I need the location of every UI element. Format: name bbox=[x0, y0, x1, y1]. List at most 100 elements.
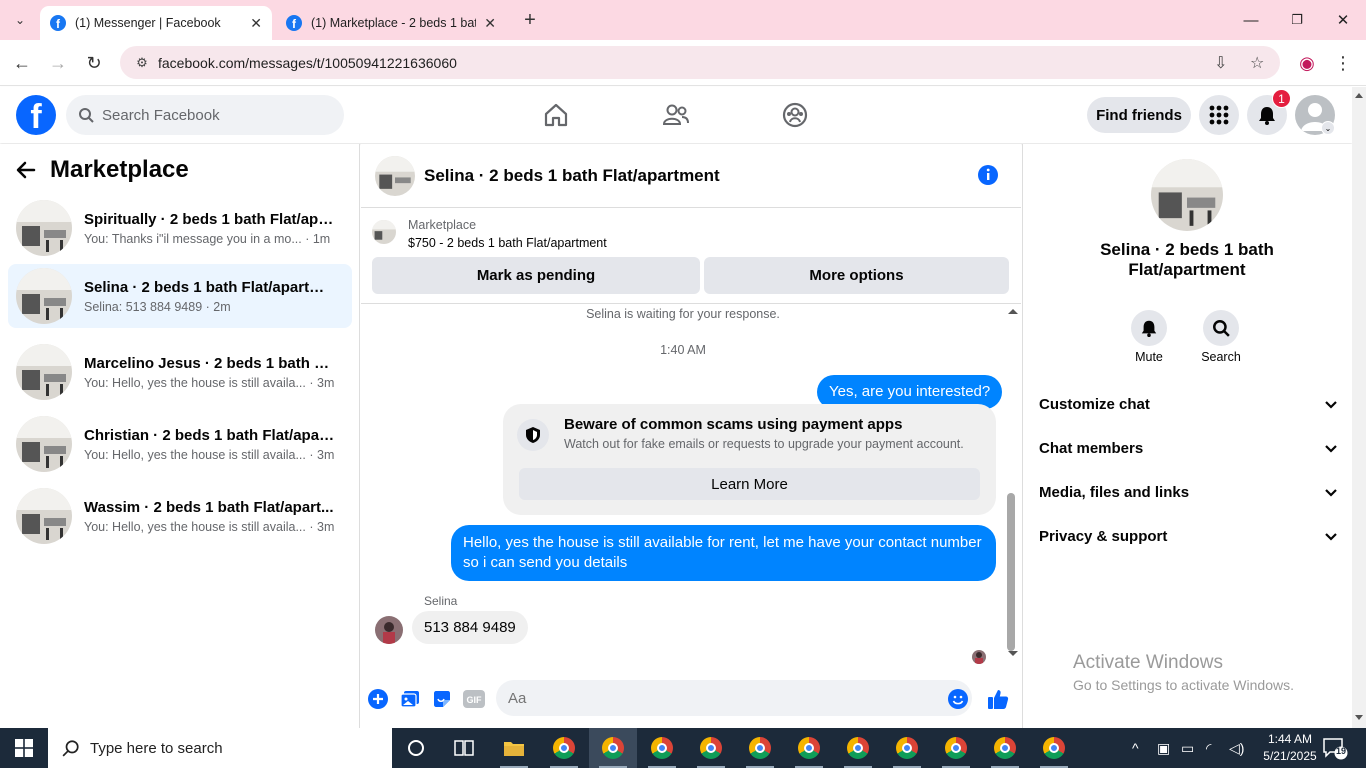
message-composer: GIF bbox=[361, 676, 1021, 720]
chrome-icon[interactable] bbox=[981, 728, 1029, 768]
address-bar[interactable]: ⚙ facebook.com/messages/t/10050941221636… bbox=[120, 46, 1280, 79]
list-item[interactable]: Selina · 2 beds 1 bath Flat/apartme... S… bbox=[8, 264, 352, 328]
tray-overflow-icon[interactable]: ^ bbox=[1132, 728, 1139, 768]
battery-icon[interactable]: ▭ bbox=[1181, 728, 1194, 768]
volume-icon[interactable]: ◁) bbox=[1229, 728, 1244, 768]
photo-icon[interactable] bbox=[399, 688, 421, 710]
chrome-icon[interactable] bbox=[834, 728, 882, 768]
back-icon[interactable]: ← bbox=[7, 48, 37, 78]
chevron-down-icon bbox=[1325, 440, 1337, 457]
task-view-icon[interactable] bbox=[440, 728, 488, 768]
chrome-icon[interactable] bbox=[932, 728, 980, 768]
new-tab-icon[interactable]: + bbox=[515, 5, 545, 35]
list-item[interactable]: Spiritually · 2 beds 1 bath Flat/apar...… bbox=[8, 196, 352, 260]
reload-icon[interactable]: ↻ bbox=[79, 48, 109, 78]
message-input[interactable] bbox=[496, 680, 972, 716]
chat-name: Christian · 2 beds 1 bath Flat/apart... bbox=[84, 426, 336, 444]
browser-menu-icon[interactable]: ⋮ bbox=[1328, 48, 1358, 78]
mute-button[interactable]: Mute bbox=[1119, 310, 1179, 364]
wifi-icon[interactable]: ◜ bbox=[1206, 728, 1211, 768]
facebook-favicon-icon: f bbox=[286, 15, 302, 31]
mark-as-pending-button[interactable]: Mark as pending bbox=[372, 257, 700, 294]
window-close-icon[interactable]: ✕ bbox=[1320, 0, 1366, 40]
forward-icon[interactable]: → bbox=[43, 48, 73, 78]
chrome-icon[interactable] bbox=[540, 728, 588, 768]
more-options-button[interactable]: More options bbox=[704, 257, 1009, 294]
list-item[interactable]: Wassim · 2 beds 1 bath Flat/apart... You… bbox=[8, 484, 352, 548]
sticker-icon[interactable] bbox=[431, 688, 453, 710]
taskbar-clock[interactable]: 1:44 AM 5/21/2025 bbox=[1258, 731, 1322, 765]
listing-thumbnail[interactable] bbox=[372, 220, 396, 244]
home-icon[interactable] bbox=[536, 95, 576, 135]
taskbar-search[interactable]: Type here to search bbox=[48, 728, 392, 768]
find-friends-button[interactable]: Find friends bbox=[1087, 97, 1191, 133]
chrome-icon[interactable] bbox=[883, 728, 931, 768]
clock-time: 1:44 AM bbox=[1267, 732, 1313, 746]
chrome-icon[interactable] bbox=[736, 728, 784, 768]
scam-warning-title: Beware of common scams using payment app… bbox=[564, 416, 903, 433]
file-explorer-icon[interactable] bbox=[490, 728, 538, 768]
avatar[interactable] bbox=[1151, 159, 1223, 231]
thumbs-up-icon[interactable] bbox=[987, 688, 1009, 710]
minimize-icon[interactable]: — bbox=[1228, 0, 1274, 40]
chrome-icon[interactable] bbox=[687, 728, 735, 768]
page-scrollbar[interactable] bbox=[1352, 87, 1366, 728]
bookmark-star-icon[interactable]: ☆ bbox=[1250, 46, 1264, 79]
chat-list-panel: Marketplace Spiritually · 2 beds 1 bath … bbox=[0, 144, 360, 728]
windows-start-icon[interactable] bbox=[0, 728, 48, 768]
friends-icon[interactable] bbox=[656, 95, 696, 135]
emoji-icon[interactable] bbox=[947, 688, 969, 710]
chat-preview: You: Hello, yes the house is still avail… bbox=[84, 447, 335, 462]
menu-grid-icon[interactable] bbox=[1199, 95, 1239, 135]
install-icon[interactable]: ⇩ bbox=[1214, 46, 1227, 79]
chrome-icon[interactable] bbox=[785, 728, 833, 768]
plus-icon[interactable] bbox=[367, 688, 389, 710]
chevron-down-icon[interactable]: ⌄ bbox=[1321, 121, 1335, 135]
taskbar-search-placeholder: Type here to search bbox=[90, 739, 223, 757]
search-icon bbox=[79, 108, 94, 123]
privacy-support-section[interactable]: Privacy & support bbox=[1039, 514, 1337, 558]
close-icon[interactable]: ✕ bbox=[250, 15, 262, 32]
chevron-down-icon bbox=[1325, 396, 1337, 413]
tray-security-icon[interactable]: ▣ bbox=[1157, 728, 1170, 768]
gif-icon[interactable]: GIF bbox=[463, 688, 485, 710]
tab-search-chevron-icon[interactable]: ⌄ bbox=[5, 5, 35, 35]
chat-name: Spiritually · 2 beds 1 bath Flat/apar... bbox=[84, 210, 336, 228]
action-center-icon[interactable]: 19 bbox=[1322, 736, 1350, 760]
facebook-search[interactable]: Search Facebook bbox=[66, 95, 344, 135]
list-item[interactable]: Christian · 2 beds 1 bath Flat/apart... … bbox=[8, 412, 352, 476]
scrollbar-thumb[interactable] bbox=[1007, 493, 1015, 651]
message-bubble-outgoing[interactable]: Hello, yes the house is still available … bbox=[451, 525, 996, 581]
cortana-icon[interactable] bbox=[392, 728, 440, 768]
chat-members-section[interactable]: Chat members bbox=[1039, 426, 1337, 470]
close-icon[interactable]: ✕ bbox=[484, 15, 496, 32]
search-icon bbox=[62, 740, 79, 757]
groups-icon[interactable] bbox=[775, 95, 815, 135]
tab-marketplace[interactable]: f (1) Marketplace - 2 beds 1 bath ✕ bbox=[276, 6, 506, 40]
learn-more-button[interactable]: Learn More bbox=[519, 468, 980, 500]
conversation-title[interactable]: Selina · 2 beds 1 bath Flat/apartment bbox=[424, 166, 720, 186]
section-label: Media, files and links bbox=[1039, 483, 1190, 501]
chrome-icon[interactable] bbox=[1030, 728, 1078, 768]
site-info-icon[interactable]: ⚙ bbox=[134, 55, 150, 71]
facebook-logo-icon[interactable]: f bbox=[16, 95, 56, 135]
restore-icon[interactable]: ❐ bbox=[1274, 0, 1320, 40]
listing-price[interactable]: $750 - 2 beds 1 bath Flat/apartment bbox=[408, 236, 607, 250]
chrome-icon[interactable] bbox=[638, 728, 686, 768]
avatar[interactable] bbox=[375, 616, 403, 644]
info-icon[interactable] bbox=[977, 164, 999, 186]
customize-chat-section[interactable]: Customize chat bbox=[1039, 382, 1337, 426]
search-conversation-button[interactable]: Search bbox=[1191, 310, 1251, 364]
tab-messenger[interactable]: f (1) Messenger | Facebook ✕ bbox=[40, 6, 272, 40]
chrome-icon[interactable] bbox=[589, 728, 637, 768]
message-bubble-incoming[interactable]: 513 884 9489 bbox=[412, 611, 528, 644]
chat-name: Selina · 2 beds 1 bath Flat/apartme... bbox=[84, 278, 336, 296]
listing-thumbnail bbox=[16, 416, 72, 472]
url-text: facebook.com/messages/t/1005094122163606… bbox=[158, 54, 457, 71]
avatar[interactable] bbox=[375, 155, 415, 196]
back-arrow-icon[interactable] bbox=[16, 160, 36, 180]
media-files-section[interactable]: Media, files and links bbox=[1039, 470, 1337, 514]
watermark-title: Activate Windows bbox=[1073, 652, 1223, 673]
profile-icon[interactable]: ◉ bbox=[1292, 48, 1322, 78]
list-item[interactable]: Marcelino Jesus · 2 beds 1 bath Fla... Y… bbox=[8, 340, 352, 404]
